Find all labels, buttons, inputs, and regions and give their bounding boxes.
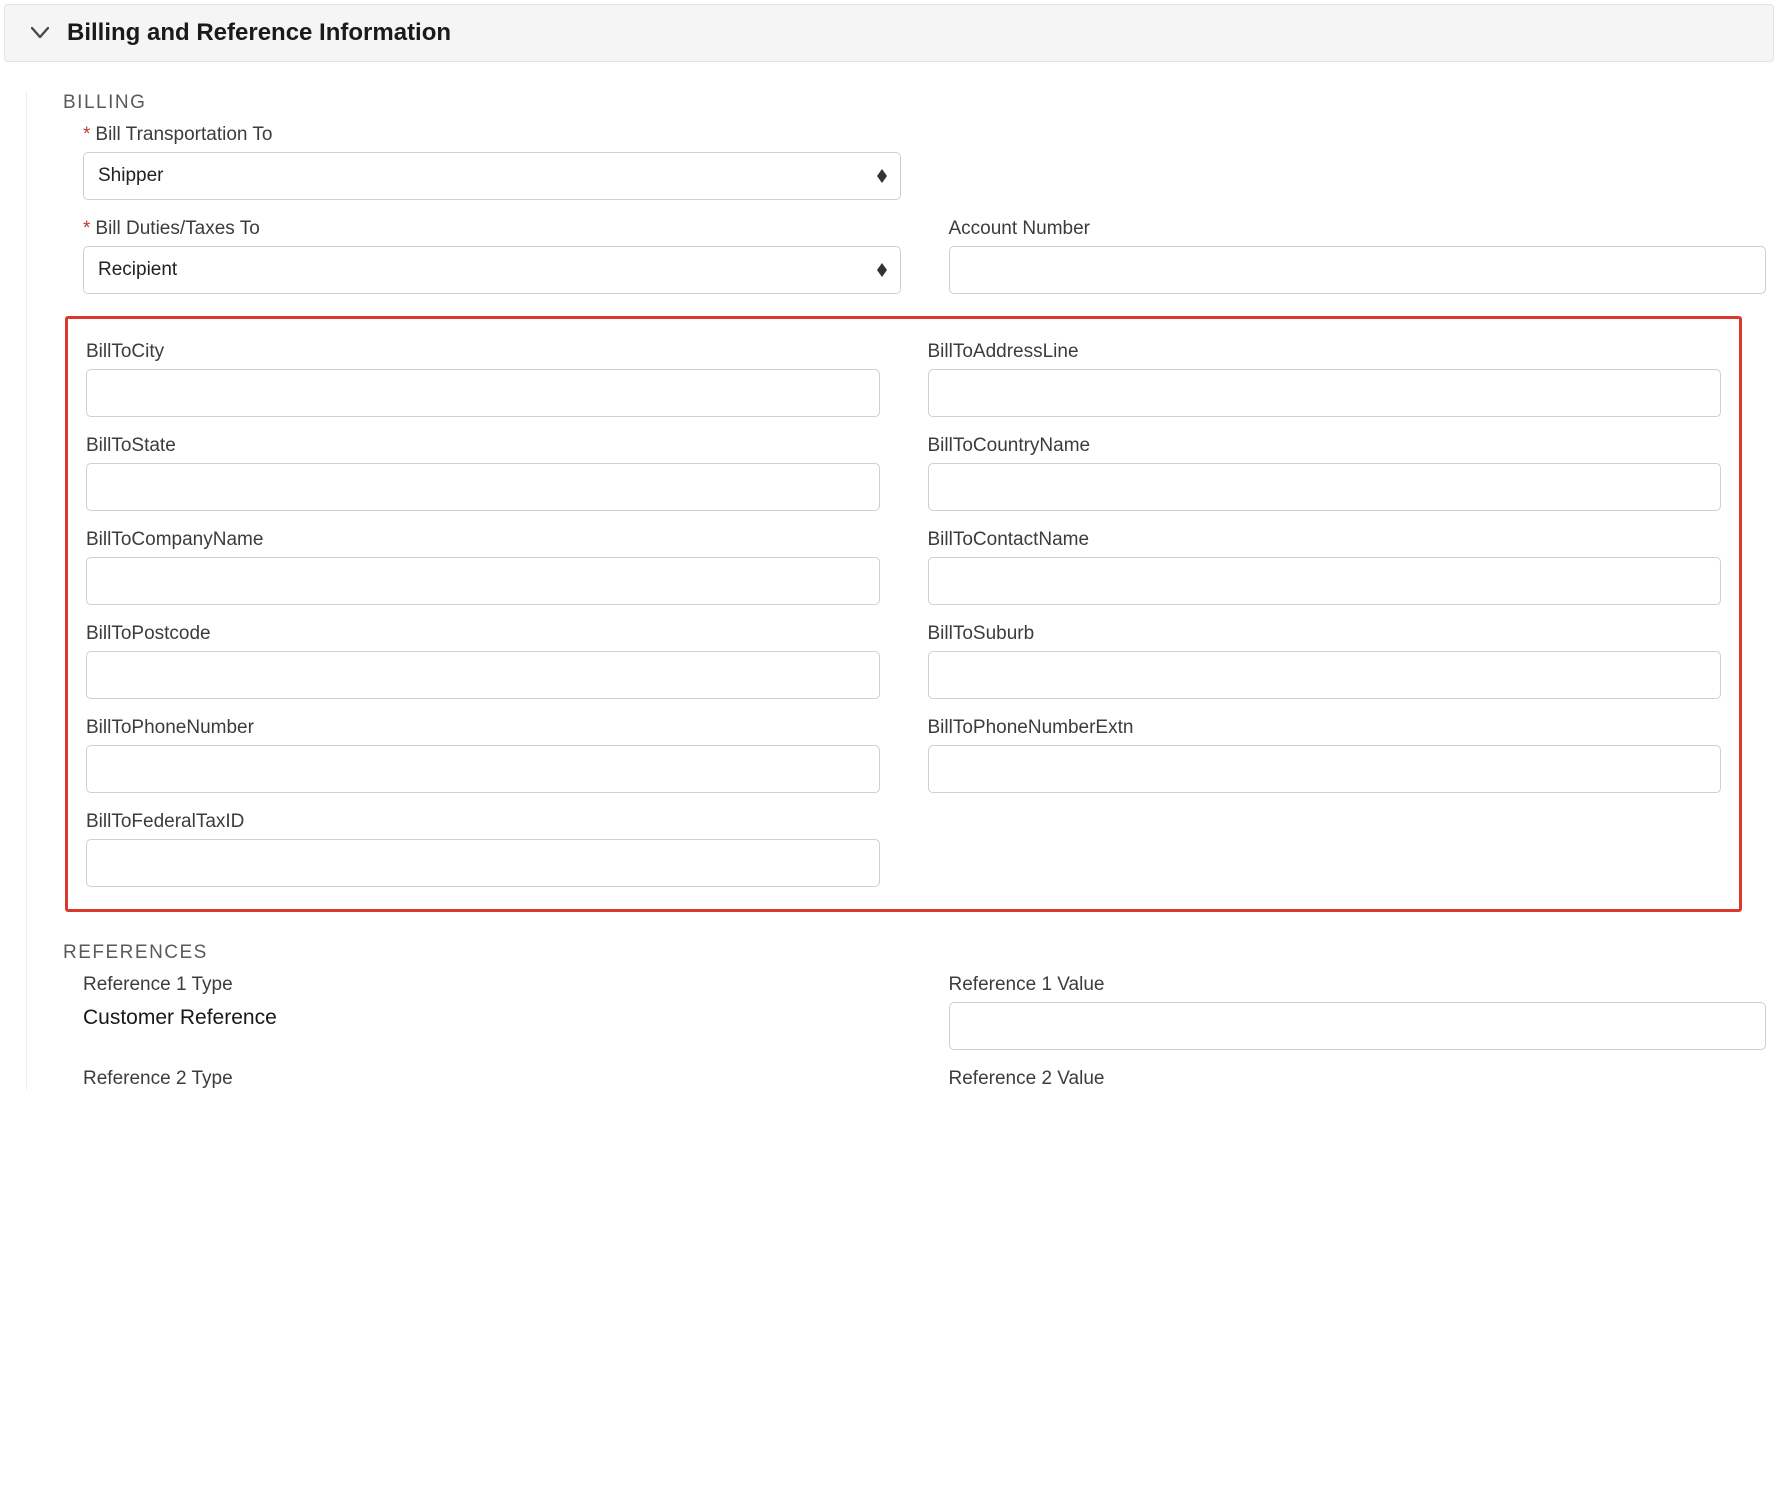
billto-federaltaxid-input[interactable] — [86, 839, 880, 887]
bill-transportation-to-select-wrap — [83, 152, 901, 200]
reference-2-value-field: Reference 2 Value — [949, 1068, 1767, 1090]
billto-addressline-field: BillToAddressLine — [928, 341, 1722, 417]
billto-suburb-field: BillToSuburb — [928, 623, 1722, 699]
billto-highlight-box: BillToCity BillToAddressLine BillToState… — [65, 316, 1742, 912]
reference-2-value-label: Reference 2 Value — [949, 1068, 1767, 1090]
billto-state-field: BillToState — [86, 435, 880, 511]
reference-1-type-value: Customer Reference — [83, 1002, 901, 1030]
references-group-title: REFERENCES — [63, 942, 1766, 964]
reference-1-value-label: Reference 1 Value — [949, 974, 1767, 996]
billto-postcode-label: BillToPostcode — [86, 623, 880, 645]
billto-postcode-field: BillToPostcode — [86, 623, 880, 699]
billto-contactname-input[interactable] — [928, 557, 1722, 605]
section-header[interactable]: Billing and Reference Information — [4, 4, 1774, 62]
bill-duties-taxes-to-select[interactable] — [83, 246, 901, 294]
billto-countryname-field: BillToCountryName — [928, 435, 1722, 511]
billto-suburb-label: BillToSuburb — [928, 623, 1722, 645]
billto-phonenumberextn-input[interactable] — [928, 745, 1722, 793]
reference-2-type-field: Reference 2 Type — [83, 1068, 901, 1090]
account-number-input[interactable] — [949, 246, 1767, 294]
billto-city-label: BillToCity — [86, 341, 880, 363]
billto-federaltaxid-label: BillToFederalTaxID — [86, 811, 880, 833]
billto-phonenumber-label: BillToPhoneNumber — [86, 717, 880, 739]
bill-duties-taxes-to-select-wrap — [83, 246, 901, 294]
billto-contactname-field: BillToContactName — [928, 529, 1722, 605]
billto-state-input[interactable] — [86, 463, 880, 511]
billto-countryname-label: BillToCountryName — [928, 435, 1722, 457]
billto-companyname-label: BillToCompanyName — [86, 529, 880, 551]
billto-suburb-input[interactable] — [928, 651, 1722, 699]
bill-transportation-to-select[interactable] — [83, 152, 901, 200]
reference-1-value-field: Reference 1 Value — [949, 974, 1767, 1050]
account-number-field: Account Number — [949, 218, 1767, 294]
billto-federaltaxid-field: BillToFederalTaxID — [86, 811, 880, 887]
billing-group-title: BILLING — [63, 92, 1766, 114]
section-title: Billing and Reference Information — [67, 19, 451, 47]
billto-city-input[interactable] — [86, 369, 880, 417]
account-number-label: Account Number — [949, 218, 1767, 240]
chevron-down-icon — [29, 22, 51, 44]
billto-state-label: BillToState — [86, 435, 880, 457]
billto-phonenumberextn-field: BillToPhoneNumberExtn — [928, 717, 1722, 793]
billto-contactname-label: BillToContactName — [928, 529, 1722, 551]
billto-phonenumber-input[interactable] — [86, 745, 880, 793]
reference-1-value-input[interactable] — [949, 1002, 1767, 1050]
section-body: BILLING Bill Transportation To Bill Duti… — [26, 92, 1778, 1090]
billto-postcode-input[interactable] — [86, 651, 880, 699]
bill-transportation-to-label: Bill Transportation To — [83, 124, 901, 146]
billto-addressline-input[interactable] — [928, 369, 1722, 417]
bill-transportation-to-field: Bill Transportation To — [83, 124, 901, 200]
billto-companyname-input[interactable] — [86, 557, 880, 605]
billto-countryname-input[interactable] — [928, 463, 1722, 511]
reference-2-type-label: Reference 2 Type — [83, 1068, 901, 1090]
bill-duties-taxes-to-label: Bill Duties/Taxes To — [83, 218, 901, 240]
bill-duties-taxes-to-field: Bill Duties/Taxes To — [83, 218, 901, 294]
billto-phonenumber-field: BillToPhoneNumber — [86, 717, 880, 793]
billto-addressline-label: BillToAddressLine — [928, 341, 1722, 363]
billto-city-field: BillToCity — [86, 341, 880, 417]
reference-1-type-field: Reference 1 Type Customer Reference — [83, 974, 901, 1030]
billto-companyname-field: BillToCompanyName — [86, 529, 880, 605]
billto-phonenumberextn-label: BillToPhoneNumberExtn — [928, 717, 1722, 739]
reference-1-type-label: Reference 1 Type — [83, 974, 901, 996]
